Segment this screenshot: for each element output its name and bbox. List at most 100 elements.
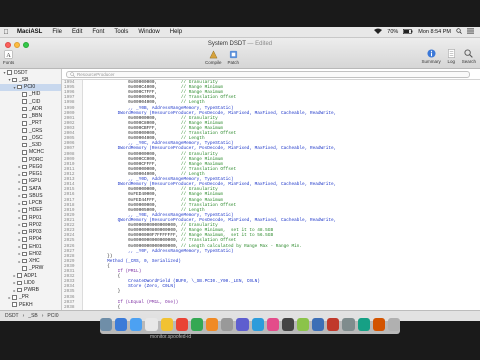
clock[interactable]: Mon 8:54 PM [418, 29, 451, 35]
symbol-tree[interactable]: ▾ DSDT ▾ _SB ▾ PCI0 _HID _CID _ADR _BBN _PRT _CRS _O… [0, 69, 62, 310]
dock-app-icon[interactable] [281, 317, 294, 331]
menu-app-name[interactable]: MaciASL [12, 29, 47, 35]
tree-item[interactable]: ▸ SBUS [0, 192, 61, 199]
tree-item[interactable]: PDRC [0, 156, 61, 163]
path-segment[interactable]: PCI0 [45, 313, 60, 319]
svg-text:A: A [6, 52, 11, 59]
search-input[interactable]: ResourceProducer [66, 70, 470, 78]
path-segment[interactable]: _SB [26, 313, 39, 319]
dock-app-icon[interactable] [372, 317, 385, 331]
dock-app-icon[interactable] [342, 317, 355, 331]
log-button[interactable]: Log [447, 49, 456, 64]
node-icon [12, 302, 17, 307]
tree-item[interactable]: ▸ EH01 [0, 243, 61, 250]
dock-app-icon[interactable] [266, 317, 279, 331]
tree-item[interactable]: _S3D [0, 142, 61, 149]
tree-item[interactable]: ▾ PCI0 [0, 83, 61, 91]
node-icon [17, 287, 22, 293]
node-icon [22, 92, 27, 97]
tree-item[interactable]: ▸ RP03 [0, 229, 61, 236]
menu-font[interactable]: Font [87, 29, 109, 35]
info-icon [427, 49, 436, 58]
tree-item[interactable]: ▸ PEG1 [0, 171, 61, 178]
dock-app-icon[interactable] [357, 317, 370, 331]
tree-item[interactable]: ▸ RP01 [0, 214, 61, 221]
video-frame:  MaciASL File Edit Font Tools Window He… [0, 0, 480, 360]
tree-item-label: _S3D [29, 142, 42, 149]
tree-item[interactable]: ▸ LID0 [0, 279, 61, 286]
apple-icon[interactable]:  [0, 29, 12, 36]
tree-item[interactable]: ▾ _SB [0, 76, 61, 83]
tree-item[interactable]: _PRW [0, 265, 61, 272]
tree-item[interactable]: _ADR [0, 105, 61, 112]
battery-icon[interactable] [403, 28, 413, 36]
dock-app-icon[interactable] [130, 317, 143, 331]
tree-item[interactable]: ▸ HDEF [0, 207, 61, 214]
search-button[interactable]: Search [462, 49, 476, 64]
code-editor[interactable]: ResourceProducer 1994 0x00000000, // Gra… [62, 69, 480, 310]
wifi-icon[interactable] [374, 28, 383, 36]
tree-item[interactable]: ▸ EH02 [0, 250, 61, 257]
dock-app-icon[interactable] [99, 317, 113, 331]
tree-item[interactable]: ▸ IGPU [0, 178, 61, 185]
tree-item[interactable]: _CRS [0, 127, 61, 134]
compile-button[interactable]: Compile [205, 50, 222, 65]
dock-app-icon[interactable] [251, 317, 264, 331]
menu-help[interactable]: Help [165, 29, 187, 35]
tree-item[interactable]: _PRT [0, 120, 61, 127]
summary-button[interactable]: Summary [421, 49, 441, 64]
tree-item[interactable]: ▸ RP02 [0, 221, 61, 228]
node-icon [12, 77, 17, 83]
fonts-button[interactable]: A Fonts [3, 50, 14, 65]
node-icon [22, 157, 27, 162]
tree-item-label: _OSC [29, 134, 43, 141]
dock-app-icon[interactable] [312, 317, 325, 331]
tree-item[interactable]: ▸ PWRB [0, 287, 61, 294]
dock-app-icon[interactable] [221, 317, 234, 331]
tree-item[interactable]: PEKH [0, 301, 61, 308]
dock-app-icon[interactable] [175, 317, 188, 331]
tree-item[interactable]: ▸ XHC [0, 258, 61, 265]
tree-item[interactable]: _HID [0, 91, 61, 98]
dock-app-icon[interactable] [145, 317, 158, 331]
tree-item-label: RP01 [29, 214, 42, 221]
tree-item-label: EH02 [29, 250, 42, 257]
dock-app-icon[interactable] [236, 317, 249, 331]
dock-app-icon[interactable] [387, 317, 401, 331]
log-label: Log [447, 59, 455, 64]
path-segment[interactable]: DSDT [3, 313, 21, 319]
dock-app-icon[interactable] [327, 317, 340, 331]
menu-tools[interactable]: Tools [109, 29, 133, 35]
edited-indicator: — Edited [245, 41, 273, 47]
notification-center-icon[interactable] [467, 28, 474, 36]
menu-window[interactable]: Window [133, 29, 164, 35]
tree-item[interactable]: ▸ RP04 [0, 236, 61, 243]
tree-item[interactable]: ▸ _PR [0, 294, 61, 301]
tree-item[interactable]: ▸ ADP1 [0, 272, 61, 279]
menu-extras: 70% Mon 8:54 PM [374, 28, 480, 36]
dock-app-icon[interactable] [115, 317, 128, 331]
battery-percent[interactable]: 70% [387, 29, 398, 35]
tree-item[interactable]: _OSC [0, 134, 61, 141]
tree-item[interactable]: _BBN [0, 113, 61, 120]
tree-item[interactable]: ▸ LPCB [0, 200, 61, 207]
tree-item-label: _PR [19, 294, 29, 301]
tree-item-label: SBUS [29, 192, 43, 199]
menu-file[interactable]: File [47, 29, 67, 35]
spotlight-icon[interactable] [456, 28, 462, 36]
node-icon [22, 251, 27, 257]
dock-app-icon[interactable] [206, 317, 219, 331]
dock-app-icon[interactable] [190, 317, 204, 331]
dock-app-icon[interactable] [296, 317, 310, 331]
patch-button[interactable]: Patch [228, 50, 239, 65]
tree-item[interactable]: ▸ SATA [0, 185, 61, 192]
code-view[interactable]: 1994 0x00000000, // Granularity 1995 0x00… [62, 80, 480, 310]
menu-edit[interactable]: Edit [67, 29, 87, 35]
tree-item[interactable]: MCHC [0, 149, 61, 156]
compile-label: Compile [205, 60, 222, 65]
dock-caption: monitor.spoofed-id [150, 334, 192, 340]
tree-item[interactable]: ▾ DSDT [0, 69, 61, 76]
tree-item[interactable]: _CID [0, 98, 61, 105]
tree-item[interactable]: ▸ PEG0 [0, 163, 61, 170]
dock-app-icon[interactable] [160, 317, 173, 331]
